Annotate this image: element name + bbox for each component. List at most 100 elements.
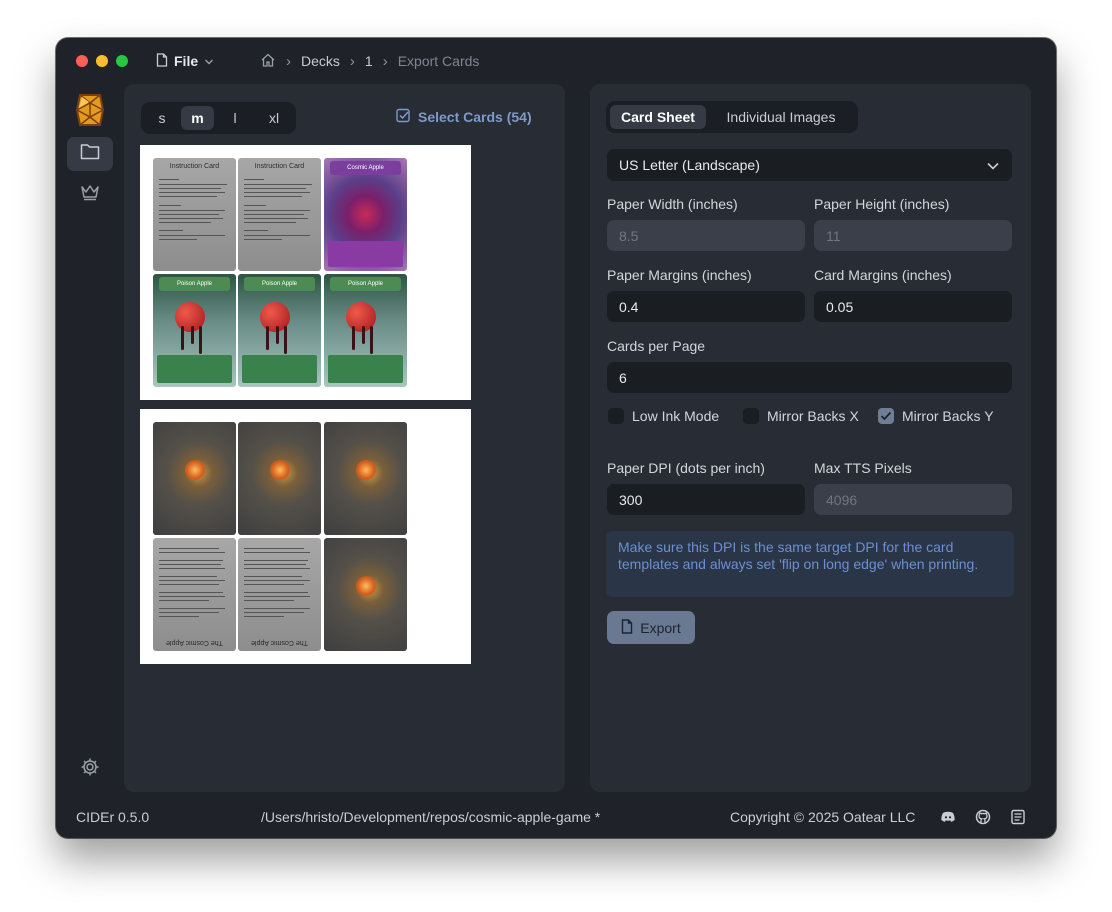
paper-margins-label: Paper Margins (inches) <box>607 267 752 283</box>
paper-dpi-input[interactable]: 300 <box>607 484 805 515</box>
paper-margins-input[interactable]: 0.4 <box>607 291 805 322</box>
max-tts-pixels-label: Max TTS Pixels <box>814 460 912 476</box>
settings-button[interactable] <box>67 752 113 786</box>
card-sheet-front: Instruction Card Instruction Card Cosmic… <box>140 145 471 400</box>
cards-per-page-label: Cards per Page <box>607 338 706 354</box>
title-bar: File › Decks › 1 › Export Cards <box>56 38 1056 84</box>
size-option-xl[interactable]: xl <box>256 106 292 130</box>
export-button[interactable]: Export <box>607 611 695 644</box>
card-back-title: The Cosmic Apple <box>251 639 308 646</box>
export-button-label: Export <box>640 619 681 636</box>
card-size-selector: s m l xl <box>141 102 296 134</box>
tab-individual-images[interactable]: Individual Images <box>708 105 854 129</box>
checkbox-box <box>743 408 759 424</box>
paper-width-input[interactable]: 8.5 <box>607 220 805 251</box>
checkbox-box <box>608 408 624 424</box>
file-menu-label: File <box>174 53 199 69</box>
file-icon <box>621 618 633 637</box>
mirror-backs-x-label: Mirror Backs X <box>767 408 859 424</box>
poison-apple-card[interactable]: Poison Apple <box>324 274 407 387</box>
copyright-text: Copyright © 2025 Oatear LLC <box>730 809 916 825</box>
sidebar-item-decks[interactable] <box>67 137 113 171</box>
close-window-button[interactable] <box>76 55 88 67</box>
folder-icon <box>80 143 100 165</box>
app-version: CIDEr 0.5.0 <box>76 809 150 825</box>
app-logo <box>75 91 105 134</box>
select-cards-button[interactable]: Select Cards (54) <box>396 108 532 126</box>
breadcrumb-separator-icon: › <box>382 52 388 70</box>
file-icon <box>156 52 168 70</box>
check-icon <box>880 411 892 421</box>
card-back-title: The Cosmic Apple <box>166 639 223 646</box>
card-text-box <box>328 355 403 383</box>
document-icon[interactable] <box>1010 809 1026 828</box>
mirror-backs-x-checkbox[interactable]: Mirror Backs X <box>743 408 859 424</box>
card-preview-panel: s m l xl Select Cards (54) Instruction C… <box>124 84 565 792</box>
checkbox-icon <box>396 108 411 126</box>
card-title: Poison Apple <box>159 277 230 291</box>
minimize-window-button[interactable] <box>96 55 108 67</box>
tab-card-sheet[interactable]: Card Sheet <box>610 105 706 129</box>
export-settings-panel: Card Sheet Individual Images US Letter (… <box>590 84 1031 792</box>
instruction-card-title: Instruction Card <box>254 163 305 170</box>
gear-icon <box>80 757 100 782</box>
cards-per-page-input[interactable]: 6 <box>607 362 1012 393</box>
paper-width-label: Paper Width (inches) <box>607 196 738 212</box>
checkbox-box <box>878 408 894 424</box>
dpi-info-message: Make sure this DPI is the same target DP… <box>606 531 1014 597</box>
card-back[interactable] <box>324 422 407 535</box>
card-back[interactable] <box>324 538 407 651</box>
card-back[interactable] <box>153 422 236 535</box>
low-ink-mode-label: Low Ink Mode <box>632 408 720 424</box>
size-option-l[interactable]: l <box>216 106 254 130</box>
instruction-card[interactable]: Instruction Card <box>153 158 236 271</box>
card-sheet-back: The Cosmic Apple The Cosmic Apple <box>140 409 471 664</box>
mirror-backs-y-label: Mirror Backs Y <box>902 408 994 424</box>
low-ink-mode-checkbox[interactable]: Low Ink Mode <box>608 408 719 424</box>
size-option-m[interactable]: m <box>181 106 214 130</box>
breadcrumb-export-cards: Export Cards <box>397 53 480 69</box>
paper-height-label: Paper Height (inches) <box>814 196 950 212</box>
discord-icon[interactable] <box>940 809 956 828</box>
maximize-window-button[interactable] <box>116 55 128 67</box>
mirror-backs-y-checkbox[interactable]: Mirror Backs Y <box>878 408 994 424</box>
card-back[interactable] <box>238 422 321 535</box>
paper-dpi-label: Paper DPI (dots per inch) <box>607 460 765 476</box>
card-title: Cosmic Apple <box>330 161 401 175</box>
sidebar-item-crown[interactable] <box>67 178 113 212</box>
poison-apple-card[interactable]: Poison Apple <box>238 274 321 387</box>
paper-size-select[interactable]: US Letter (Landscape) <box>607 149 1012 181</box>
instruction-card-back[interactable]: The Cosmic Apple <box>153 538 236 651</box>
instruction-card-back[interactable]: The Cosmic Apple <box>238 538 321 651</box>
breadcrumb-decks[interactable]: Decks <box>301 53 340 69</box>
paper-height-input[interactable]: 11 <box>814 220 1012 251</box>
breadcrumb: › Decks › 1 › Export Cards <box>260 51 479 71</box>
select-cards-label: Select Cards (54) <box>418 109 532 125</box>
card-margins-label: Card Margins (inches) <box>814 267 952 283</box>
size-option-s[interactable]: s <box>145 106 179 130</box>
card-text-box <box>157 355 232 383</box>
card-text-box <box>242 355 317 383</box>
card-text-box <box>328 241 403 267</box>
chevron-down-icon <box>204 53 214 69</box>
breadcrumb-separator-icon: › <box>349 52 355 70</box>
github-icon[interactable] <box>975 809 991 828</box>
card-title: Poison Apple <box>330 277 401 291</box>
status-bar: CIDEr 0.5.0 /Users/hristo/Development/re… <box>56 798 1056 838</box>
crown-icon <box>80 184 100 206</box>
export-mode-tabs: Card Sheet Individual Images <box>606 101 858 133</box>
file-menu[interactable]: File <box>156 51 214 71</box>
paper-size-value: US Letter (Landscape) <box>619 157 760 173</box>
cosmic-apple-card[interactable]: Cosmic Apple <box>324 158 407 271</box>
app-window: File › Decks › 1 › Export Cards s m l xl… <box>56 38 1056 838</box>
sidebar <box>56 84 122 792</box>
card-title: Poison Apple <box>244 277 315 291</box>
instruction-card-title: Instruction Card <box>169 163 220 170</box>
poison-apple-card[interactable]: Poison Apple <box>153 274 236 387</box>
instruction-card[interactable]: Instruction Card <box>238 158 321 271</box>
max-tts-pixels-input[interactable]: 4096 <box>814 484 1012 515</box>
breadcrumb-deck-1[interactable]: 1 <box>365 53 373 69</box>
home-icon[interactable] <box>260 53 276 70</box>
project-path[interactable]: /Users/hristo/Development/repos/cosmic-a… <box>261 809 600 825</box>
card-margins-input[interactable]: 0.05 <box>814 291 1012 322</box>
